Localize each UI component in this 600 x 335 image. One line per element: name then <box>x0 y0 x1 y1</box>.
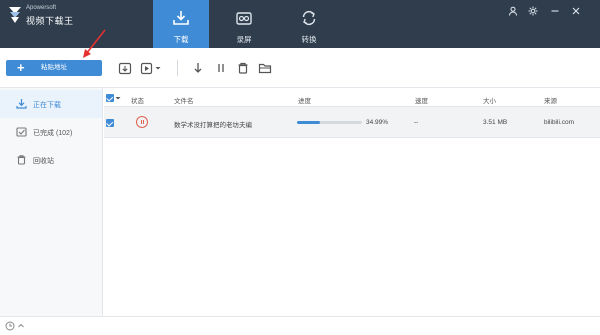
row-size: 3.51 MB <box>483 119 508 126</box>
row-progress-bar <box>297 121 362 124</box>
select-all-checkbox[interactable] <box>106 94 114 102</box>
minimize-icon[interactable] <box>550 6 560 16</box>
download-arrow-icon[interactable] <box>191 61 205 75</box>
row-speed: -- <box>414 119 419 126</box>
sidebar-item-completed[interactable]: 已完成 (102) <box>0 118 102 146</box>
column-header-speed[interactable]: 速度 <box>415 95 428 105</box>
delete-icon[interactable] <box>236 61 250 75</box>
tab-record[interactable]: 录屏 <box>216 0 272 48</box>
column-header-source[interactable]: 来源 <box>544 95 557 105</box>
tab-download[interactable]: 下载 <box>153 0 209 48</box>
paste-url-button[interactable]: + 粘贴地址 <box>6 60 102 76</box>
column-header-size[interactable]: 大小 <box>483 95 496 105</box>
clock-icon[interactable] <box>5 321 15 331</box>
column-header-progress[interactable]: 进度 <box>298 95 311 105</box>
chevron-down-icon[interactable] <box>115 95 121 101</box>
download-icon <box>16 99 27 109</box>
status-bar <box>0 316 600 335</box>
app-logo-icon <box>9 7 21 23</box>
completed-icon <box>16 127 27 137</box>
chevron-down-icon[interactable] <box>154 61 162 75</box>
sidebar-item-label: 已完成 (102) <box>33 130 73 137</box>
sidebar-item-downloading[interactable]: 正在下载 <box>0 90 102 118</box>
sidebar-item-label: 正在下载 <box>33 102 61 109</box>
tab-convert[interactable]: 转换 <box>281 0 337 48</box>
table-row[interactable]: 数学术没打算把的老坊夫编 34.99% -- 3.51 MB bilibili.… <box>104 107 600 138</box>
convert-arrows-icon <box>302 10 316 26</box>
sidebar: 正在下载 已完成 (102) 回收站 <box>0 88 103 316</box>
brand-name-cn: 视频下载王 <box>26 16 74 26</box>
film-reel-icon <box>236 12 252 25</box>
row-progress-text: 34.99% <box>366 119 389 126</box>
paste-url-label: 粘贴地址 <box>41 64 67 71</box>
row-progress-fill <box>297 121 320 124</box>
add-button-pointer-arrow <box>83 29 106 58</box>
chevron-up-icon[interactable] <box>18 323 24 329</box>
toolbar-divider <box>177 60 178 76</box>
pause-icon[interactable] <box>136 116 148 128</box>
download-tray-icon <box>173 11 189 25</box>
settings-icon[interactable] <box>528 6 538 16</box>
row-filename: 数学术没打算把的老坊夫编 <box>174 122 252 129</box>
open-folder-icon[interactable] <box>258 61 272 75</box>
recycle-bin-icon <box>17 155 26 165</box>
play-dropdown-icon[interactable] <box>140 61 154 75</box>
brand-name-en: Apowersoft <box>26 5 57 11</box>
sidebar-item-label: 回收站 <box>33 158 54 165</box>
close-icon[interactable] <box>571 6 581 16</box>
row-checkbox[interactable] <box>106 119 114 127</box>
user-icon[interactable] <box>508 6 518 16</box>
row-source: bilibili.com <box>544 119 574 126</box>
resume-all-icon[interactable] <box>118 61 132 75</box>
pause-all-icon[interactable] <box>214 61 228 75</box>
sidebar-item-recycle-bin[interactable]: 回收站 <box>0 146 102 174</box>
tab-convert-label: 转换 <box>301 35 317 44</box>
column-header-status[interactable]: 状态 <box>131 95 144 105</box>
tab-download-label: 下载 <box>173 35 189 44</box>
column-header-filename[interactable]: 文件名 <box>174 95 194 105</box>
tab-record-label: 录屏 <box>236 35 252 44</box>
